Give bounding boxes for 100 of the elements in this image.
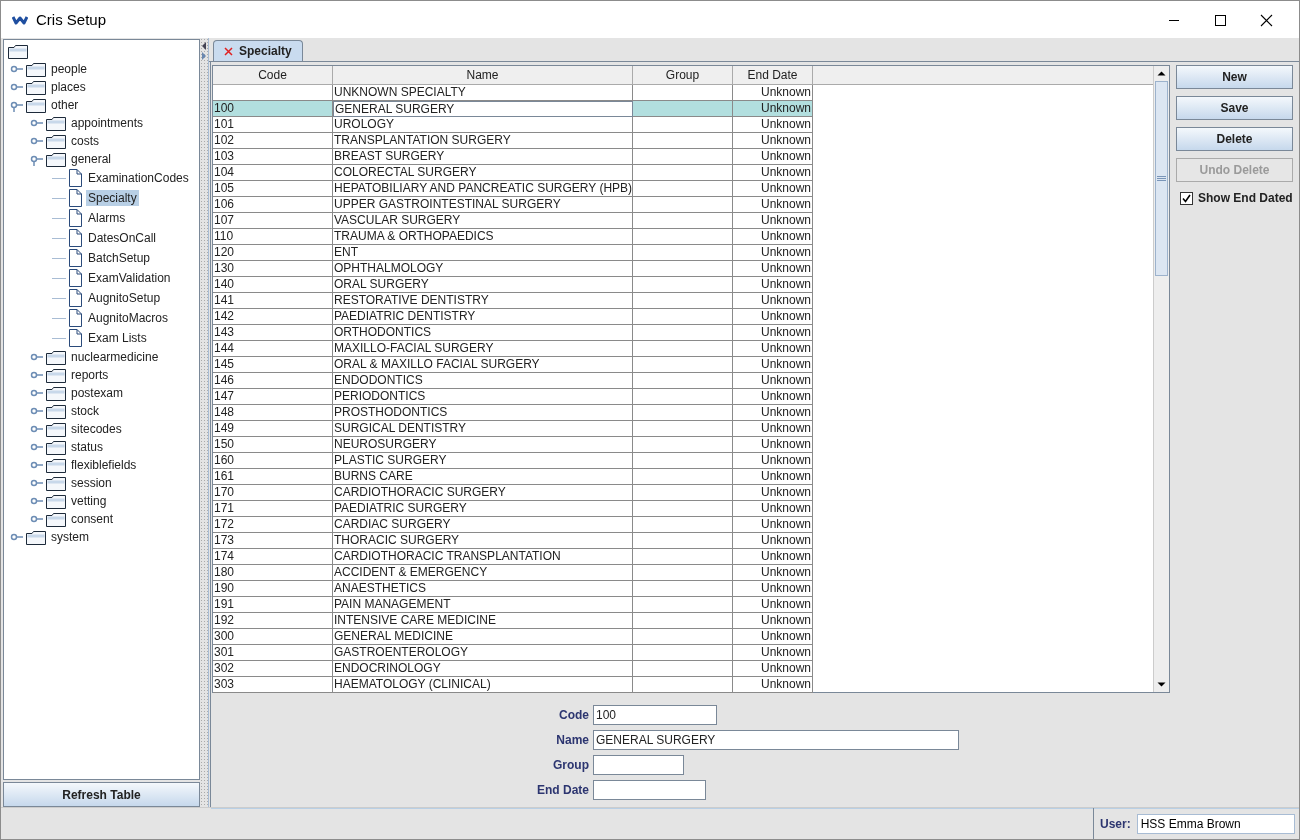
table-row[interactable]: 145 ORAL & MAXILLO FACIAL SURGERY Unknown	[213, 357, 1153, 373]
table-row[interactable]: 140 ORAL SURGERY Unknown	[213, 277, 1153, 293]
tab[interactable]: Specialty	[213, 40, 303, 61]
table-row[interactable]: 160 PLASTIC SURGERY Unknown	[213, 453, 1153, 469]
table-row[interactable]: 103 BREAST SURGERY Unknown	[213, 149, 1153, 165]
table-row[interactable]: 101 UROLOGY Unknown	[213, 117, 1153, 133]
table-row[interactable]: 173 THORACIC SURGERY Unknown	[213, 533, 1153, 549]
tree-item[interactable]: costs	[69, 133, 101, 149]
tree-item[interactable]: nuclearmedicine	[69, 349, 161, 365]
column-header[interactable]: Code	[213, 66, 333, 84]
tree-item[interactable]: Exam Lists	[86, 330, 149, 346]
tree-item[interactable]: places	[49, 79, 88, 95]
table-row[interactable]: 300 GENERAL MEDICINE Unknown	[213, 629, 1153, 645]
column-header[interactable]: Name	[333, 66, 633, 84]
tree-item[interactable]: ExamValidation	[86, 270, 173, 286]
table-cell: GASTROENTEROLOGY	[333, 645, 633, 661]
table-row[interactable]: 303 HAEMATOLOGY (CLINICAL) Unknown	[213, 677, 1153, 693]
table-row[interactable]: 143 ORTHODONTICS Unknown	[213, 325, 1153, 341]
table-row[interactable]: 190 ANAESTHETICS Unknown	[213, 581, 1153, 597]
tab-label[interactable]: Specialty	[239, 44, 292, 58]
table-row[interactable]: 180 ACCIDENT & EMERGENCY Unknown	[213, 565, 1153, 581]
table-row[interactable]: 192 INTENSIVE CARE MEDICINE Unknown	[213, 613, 1153, 629]
user-field[interactable]: HSS Emma Brown	[1136, 813, 1295, 834]
tree-item[interactable]: vetting	[69, 493, 109, 509]
table-row[interactable]: 130 OPHTHALMOLOGY Unknown	[213, 261, 1153, 277]
tree-item[interactable]: DatesOnCall	[86, 230, 159, 246]
table-row[interactable]: 142 PAEDIATRIC DENTISTRY Unknown	[213, 309, 1153, 325]
folder-icon	[46, 421, 66, 437]
table-cell: 107	[213, 213, 333, 229]
tree-item[interactable]: flexiblefields	[69, 457, 139, 473]
table-row[interactable]: 104 COLORECTAL SURGERY Unknown	[213, 165, 1153, 181]
tree-item[interactable]: consent	[69, 511, 116, 527]
table-cell: 120	[213, 245, 333, 261]
table-cell: 144	[213, 341, 333, 357]
folder-icon	[46, 439, 66, 455]
input-field[interactable]: GENERAL SURGERY	[593, 730, 959, 750]
tree-item[interactable]: status	[69, 439, 105, 455]
table-cell: 191	[213, 597, 333, 613]
table-cell: 106	[213, 197, 333, 213]
refresh-table-button[interactable]: Refresh Table	[3, 782, 200, 807]
folder-icon	[46, 367, 66, 383]
tree-item[interactable]: AugnitoSetup	[86, 290, 163, 306]
column-header[interactable]: Group	[633, 66, 733, 84]
input-field[interactable]	[593, 755, 684, 775]
table-row[interactable]: 102 TRANSPLANTATION SURGERY Unknown	[213, 133, 1153, 149]
table-row[interactable]: 120 ENT Unknown	[213, 245, 1153, 261]
table-row[interactable]: 149 SURGICAL DENTISTRY Unknown	[213, 421, 1153, 437]
tree-item[interactable]: sitecodes	[69, 421, 124, 437]
table-row[interactable]: 170 CARDIOTHORACIC SURGERY Unknown	[213, 485, 1153, 501]
tree-item[interactable]: session	[69, 475, 114, 491]
table-row[interactable]: 141 RESTORATIVE DENTISTRY Unknown	[213, 293, 1153, 309]
tree-item[interactable]: stock	[69, 403, 101, 419]
tree-item[interactable]: appointments	[69, 115, 146, 131]
table-row[interactable]: 301 GASTROENTEROLOGY Unknown	[213, 645, 1153, 661]
checkbox-label[interactable]: Show End Dated	[1198, 191, 1293, 205]
tree-item[interactable]: general	[69, 151, 114, 167]
input-field[interactable]	[593, 780, 706, 800]
table-cell: 160	[213, 453, 333, 469]
tree-item[interactable]: people	[49, 61, 90, 77]
action-button[interactable]: Delete	[1176, 127, 1293, 151]
checked-checkbox[interactable]	[1180, 191, 1193, 205]
column-header[interactable]: End Date	[733, 66, 813, 84]
table-row[interactable]: 172 CARDIAC SURGERY Unknown	[213, 517, 1153, 533]
table-row[interactable]: 174 CARDIOTHORACIC TRANSPLANTATION Unknown	[213, 549, 1153, 565]
table-row[interactable]: 150 NEUROSURGERY Unknown	[213, 437, 1153, 453]
table-row[interactable]: 105 HEPATOBILIARY AND PANCREATIC SURGERY (HPB) Unknown	[213, 181, 1153, 197]
table-cell: CARDIAC SURGERY	[333, 517, 633, 533]
tree-item[interactable]: system	[49, 529, 91, 545]
table-row[interactable]: 191 PAIN MANAGEMENT Unknown	[213, 597, 1153, 613]
table-cell: Unknown	[733, 581, 813, 597]
tree-item[interactable]: AugnitoMacros	[86, 310, 171, 326]
table-row[interactable]: 302 ENDOCRINOLOGY Unknown	[213, 661, 1153, 677]
table-row[interactable]: 107 VASCULAR SURGERY Unknown	[213, 213, 1153, 229]
tree-item[interactable]: reports	[69, 367, 111, 383]
tree-item[interactable]: postexam	[69, 385, 126, 401]
table-row[interactable]: 110 TRAUMA & ORTHOPAEDICS Unknown	[213, 229, 1153, 245]
table-row[interactable]: 146 ENDODONTICS Unknown	[213, 373, 1153, 389]
table-row[interactable]: 148 PROSTHODONTICS Unknown	[213, 405, 1153, 421]
tree-item[interactable]: Alarms	[86, 210, 128, 226]
table-row[interactable]: 144 MAXILLO-FACIAL SURGERY Unknown	[213, 341, 1153, 357]
folder-icon	[26, 79, 46, 95]
tree-item[interactable]: ExaminationCodes	[86, 170, 191, 186]
table-row[interactable]: 147 PERIODONTICS Unknown	[213, 389, 1153, 405]
table-row[interactable]: 100 GENERAL SURGERY Unknown	[213, 101, 1153, 117]
table-cell: MAXILLO-FACIAL SURGERY	[333, 341, 633, 357]
table-cell: Unknown	[733, 293, 813, 309]
tree-item[interactable]: other	[49, 97, 81, 113]
input-field[interactable]: 100	[593, 705, 717, 725]
tree-item[interactable]: Specialty	[86, 190, 139, 206]
scrollbar[interactable]	[1153, 66, 1169, 692]
collapse-left-arrow-icon[interactable]	[201, 42, 207, 50]
action-button[interactable]: New	[1176, 65, 1293, 89]
table-row[interactable]: 161 BURNS CARE Unknown	[213, 469, 1153, 485]
document-icon	[68, 168, 83, 188]
table-row[interactable]: 171 PAEDIATRIC SURGERY Unknown	[213, 501, 1153, 517]
action-button[interactable]: Save	[1176, 96, 1293, 120]
scroll-thumb[interactable]	[1155, 81, 1168, 276]
table-row[interactable]: 106 UPPER GASTROINTESTINAL SURGERY Unknown	[213, 197, 1153, 213]
table-cell: Unknown	[733, 469, 813, 485]
tree-item[interactable]: BatchSetup	[86, 250, 153, 266]
